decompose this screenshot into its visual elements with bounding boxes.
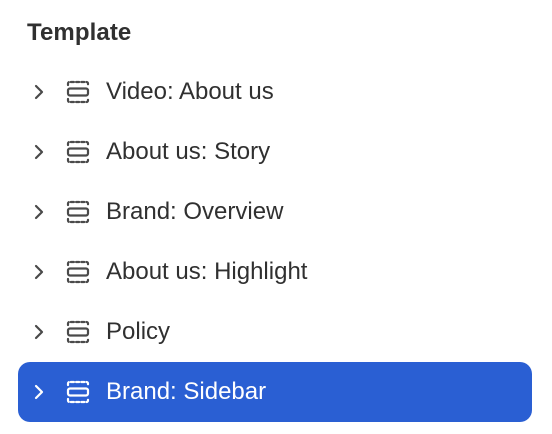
chevron-right-icon[interactable] [32,383,46,401]
tree-item-label: Policy [106,318,171,345]
tree-item-label: About us: Story [106,138,271,165]
section-icon [65,199,91,225]
section-icon [65,139,91,165]
section-icon [65,319,91,345]
section-icon [65,79,91,105]
tree-item-label: About us: Highlight [106,258,308,285]
section-icon [65,379,91,405]
chevron-right-icon[interactable] [32,143,46,161]
section-icon [65,259,91,285]
template-panel: Template Video: About us About us: Story… [0,0,552,434]
tree-item-brand-overview[interactable]: Brand: Overview [18,182,532,242]
tree-item-video-about-us[interactable]: Video: About us [18,62,532,122]
tree-item-about-us-story[interactable]: About us: Story [18,122,532,182]
tree-item-about-us-highlight[interactable]: About us: Highlight [18,242,532,302]
chevron-right-icon[interactable] [32,263,46,281]
chevron-right-icon[interactable] [32,323,46,341]
chevron-right-icon[interactable] [32,83,46,101]
tree-item-brand-sidebar[interactable]: Brand: Sidebar [18,362,532,422]
tree-item-label: Brand: Sidebar [106,378,267,405]
tree-item-label: Video: About us [106,78,274,105]
chevron-right-icon[interactable] [32,203,46,221]
section-tree: Video: About us About us: Story Brand: O… [18,62,532,422]
tree-item-policy[interactable]: Policy [18,302,532,362]
tree-item-label: Brand: Overview [106,198,284,225]
section-title: Template [27,19,132,46]
